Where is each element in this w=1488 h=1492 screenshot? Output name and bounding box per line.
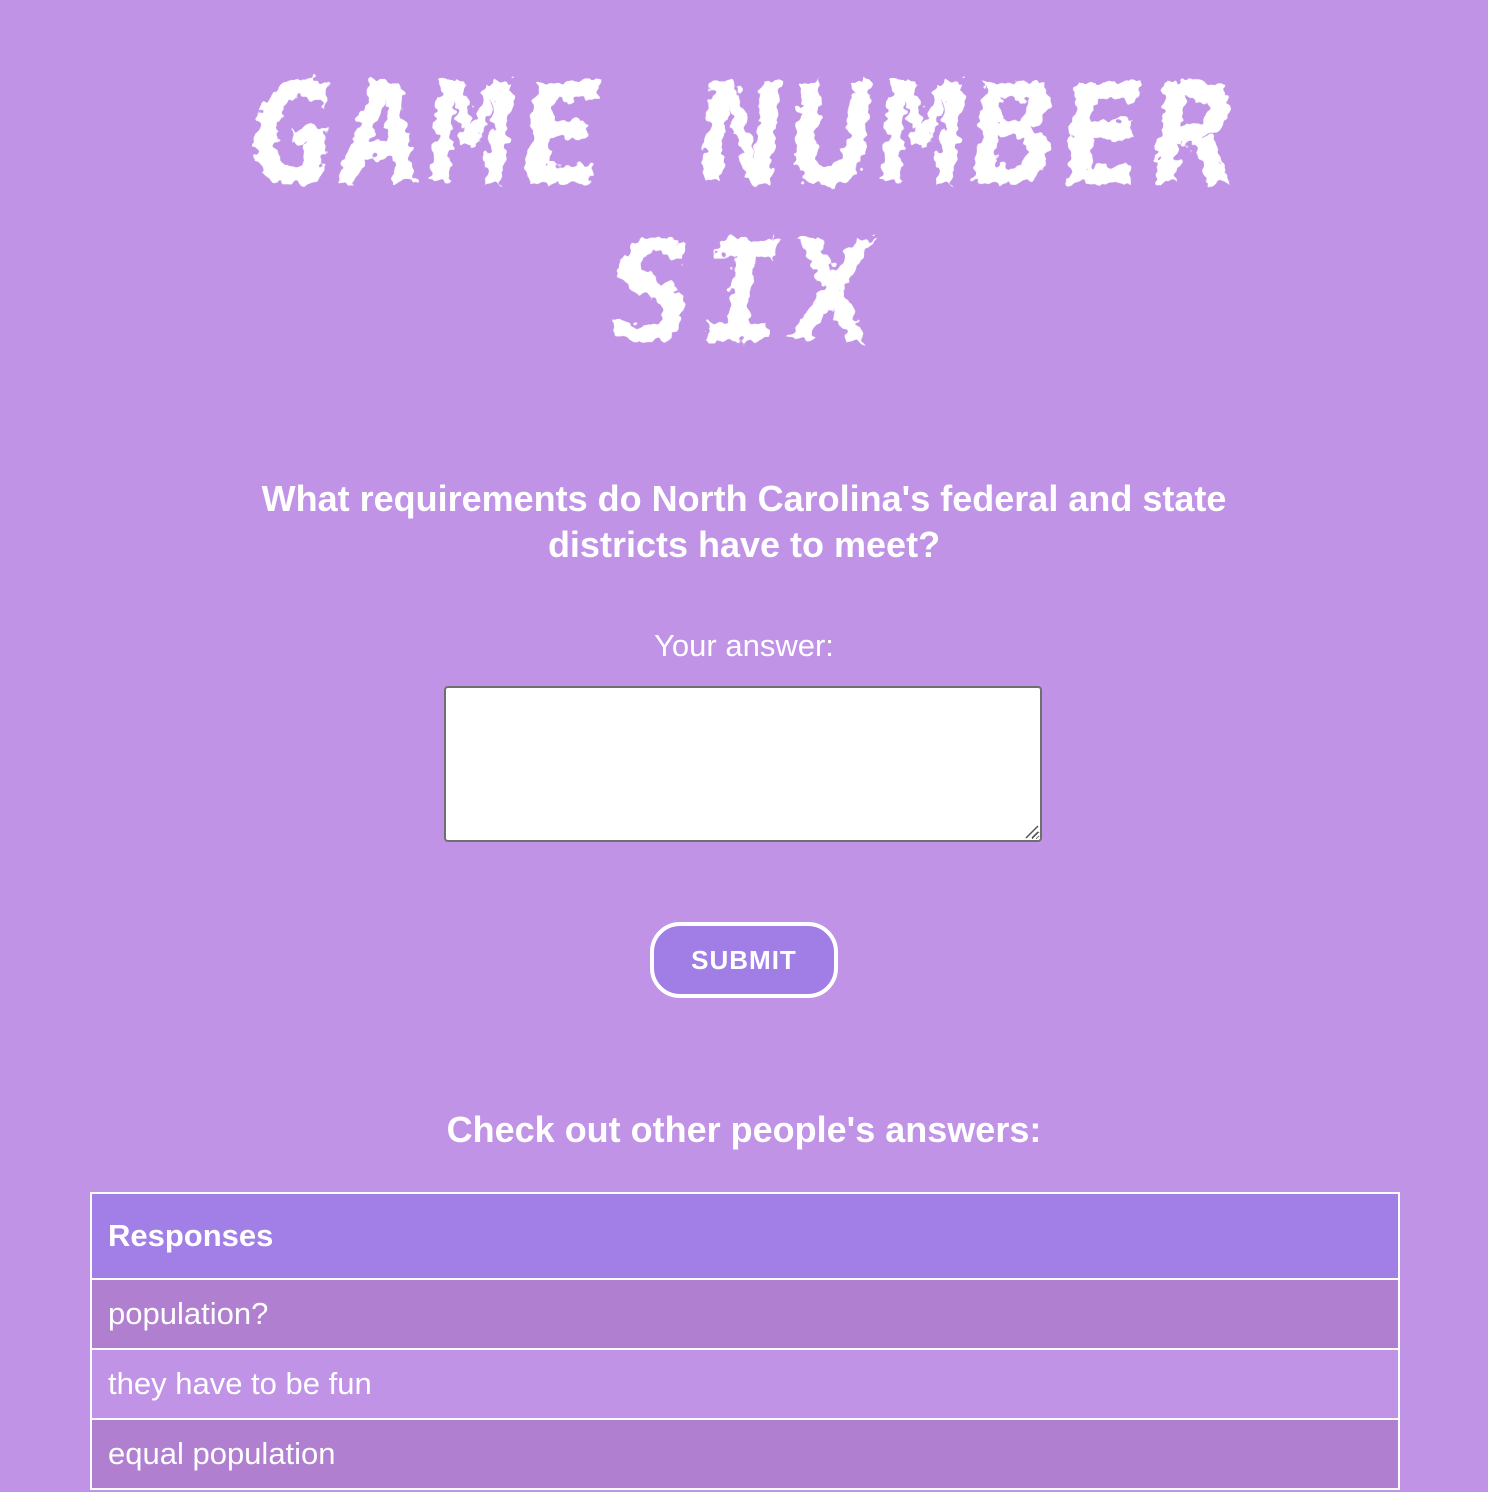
- table-row: equal population: [90, 1418, 1400, 1490]
- responses-table: Responses population? they have to be fu…: [90, 1192, 1400, 1490]
- game-page: GAME NUMBER SIX What requirements do Nort…: [0, 0, 1488, 1492]
- response-cell: they have to be fun: [90, 1348, 1400, 1420]
- others-answers-heading: Check out other people's answers:: [446, 1109, 1042, 1150]
- title-word-number: NUMBER: [690, 54, 1250, 217]
- response-cell: population?: [90, 1278, 1400, 1350]
- page-title: GAME NUMBER SIX: [0, 40, 1488, 375]
- table-row: they have to be fun: [90, 1348, 1400, 1420]
- answer-label: Your answer:: [654, 628, 834, 663]
- question-heading: What requirements do North Carolina's fe…: [261, 478, 1227, 565]
- table-row: population?: [90, 1278, 1400, 1350]
- title-line-2: SIX: [0, 212, 1488, 375]
- title-line-1: GAME NUMBER: [0, 54, 1488, 217]
- submit-button[interactable]: SUBMIT: [650, 922, 838, 998]
- response-cell: equal population: [90, 1418, 1400, 1490]
- responses-column-header: Responses: [90, 1192, 1400, 1280]
- table-header-row: Responses: [90, 1192, 1400, 1280]
- title-word-game: GAME: [239, 54, 618, 217]
- answer-input[interactable]: [444, 686, 1042, 842]
- title-word-six: SIX: [600, 212, 889, 375]
